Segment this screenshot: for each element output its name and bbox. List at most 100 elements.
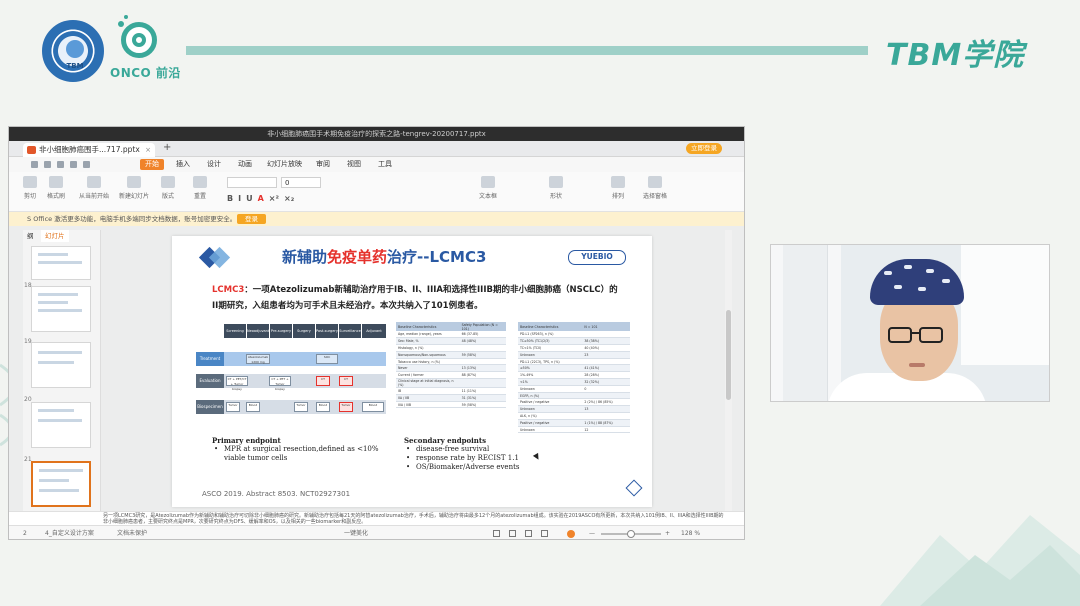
textbox-button[interactable]: 文本框 [479,176,497,200]
slide-thumbnail[interactable] [31,342,91,388]
beautify-button[interactable]: 一键美化 [344,526,368,539]
underline-button[interactable]: U [246,194,253,203]
theme-name[interactable]: 4_自定义设计方案 [45,526,94,539]
table-cell: 88 (87%) [459,371,506,380]
table-cell: 1 (1%) / 88 (87%) [582,419,630,427]
document-tab[interactable]: 非小细胞肺癌围手...717.pptx × [23,143,155,157]
normal-view-icon[interactable] [493,530,500,537]
font-family-select[interactable] [227,177,277,188]
zoom-out-button[interactable]: — [589,526,595,539]
arrange-button[interactable]: 排列 [611,176,625,200]
table-cell: 41 (41%) [582,364,630,373]
speaker-notes[interactable]: 另一项LCMC3研究，是Atezolizumab作为新辅助和辅助治疗可切除非小细… [9,511,744,525]
shape-button[interactable]: 形状 [549,176,563,200]
slide-description: LCMC3：一项Atezolizumab新辅助治疗用于IB、II、IIIA和选择… [212,285,618,311]
table-row: Nonsquamous/Non-squamous 59 (58%) [396,351,506,359]
menu-insert[interactable]: 插入 [176,157,190,172]
file-menu-icon[interactable] [31,161,38,168]
undo-icon[interactable] [70,161,77,168]
table-cell: Clinical stage at initial diagnosis, n (… [396,378,460,389]
slide-canvas[interactable]: 新辅助免疫单药治疗--LCMC3 YUEBIO LCMC3：一项Atezoliz… [172,236,652,507]
table-cell: Histology, n (%) [396,344,460,352]
table-row: TC<1% (TC0) 40 (40%) [518,344,630,352]
notes-view-icon[interactable] [541,530,548,537]
design-box: CT + PET/CT + Tumor biopsy [226,376,248,391]
save-icon[interactable] [44,161,51,168]
superscript-button[interactable]: ×² [269,194,279,203]
table-row: Unknown 13 [518,405,630,414]
selection-pane-button[interactable]: 选择窗格 [643,176,667,200]
play-slideshow-icon[interactable] [567,530,575,538]
slide-thumbnail[interactable] [31,246,91,280]
document-protection[interactable]: 文档未保护 [117,526,147,539]
slide-thumbnail[interactable] [31,286,91,332]
scrollbar-thumb[interactable] [726,310,731,400]
header-stripe [186,46,868,55]
quick-access-toolbar [31,161,121,168]
table-header: N = 101 [582,322,630,331]
menu-home[interactable]: 开始 [140,159,164,170]
zoom-slider-knob[interactable] [627,530,635,538]
slide-thumbnail[interactable] [31,402,91,448]
table-cell: 12 [582,426,630,434]
bold-button[interactable]: B [227,194,233,203]
notice-login-button[interactable]: 登录 [237,214,266,224]
table-row: Tobacco use history, n (%) [396,358,506,366]
subscript-button[interactable]: ×₂ [284,194,294,203]
table-cell: Current / former [396,371,460,380]
layout-button[interactable]: 版式 [161,176,175,200]
design-header: Post-surgery [316,324,338,338]
table-header: Safety Population (N = 101) [459,322,506,331]
slide-thumbnail-selected[interactable] [31,461,91,507]
reading-view-icon[interactable] [525,530,532,537]
table-cell: 59 (58%) [459,401,506,409]
menu-review[interactable]: 审阅 [316,157,330,172]
table-row: Positive / negative 1 (1%) / 88 (87%) [518,419,630,427]
table-cell [582,392,630,400]
globe-icon [66,40,84,58]
zoom-level[interactable]: 128 % [681,526,700,539]
tab-outline[interactable]: 纲 [23,230,38,242]
table-cell [459,344,506,352]
tab-slides[interactable]: 幻灯片 [41,230,69,242]
font-size-select[interactable]: 0 [281,177,321,188]
menu-animation[interactable]: 动画 [238,157,252,172]
menu-slideshow[interactable]: 幻灯片放映 [267,157,302,172]
zoom-in-button[interactable]: + [665,526,670,539]
table-row: Unknown 12 [518,426,630,434]
presenter-surgical-cap [870,259,964,305]
redo-icon[interactable] [83,161,90,168]
font-color-button[interactable]: A [258,194,264,203]
onco-ring-icon [132,33,146,47]
yuebio-logo: YUEBIO [568,250,626,265]
new-slide-button[interactable]: 新建幻灯片 [119,176,149,200]
tbm-academy-title: TBM学院 [886,38,1025,73]
table-cell: Unknown [518,385,583,393]
table-cell [582,412,630,420]
table-cell [459,358,506,366]
table-row: Positive / negative 2 (2%) / 86 (85%) [518,398,630,407]
vertical-scrollbar[interactable] [725,230,732,511]
table-cell: Positive / negative [518,398,583,407]
close-tab-icon[interactable]: × [145,143,151,157]
italic-button[interactable]: I [238,194,241,203]
format-painter-icon [49,176,63,188]
table-cell: EGFR, n (%) [518,392,583,400]
login-button[interactable]: 立即登录 [686,143,722,154]
reset-button[interactable]: 重置 [193,176,207,200]
format-painter-button[interactable]: 格式刷 [47,176,65,200]
table-row: 1%-49% 28 (28%) [518,371,630,380]
screen-share-window: 非小细胞肺癌围手术期免疫治疗的探索之路-tengrev-20200717.ppt… [8,126,745,540]
menu-design[interactable]: 设计 [207,157,221,172]
table-cell: Age, median (range), years [396,331,460,339]
print-icon[interactable] [57,161,64,168]
cut-button[interactable]: 剪切 [23,176,37,200]
new-tab-button[interactable]: + [163,142,171,153]
table-cell: Unknown [518,405,583,414]
design-box: CT [339,376,353,386]
menu-view[interactable]: 视图 [347,157,361,172]
play-from-current-button[interactable]: 从当前开始 [79,176,109,200]
slide-sorter-icon[interactable] [509,530,516,537]
design-header: Pre-surgery [270,324,292,338]
menu-tools[interactable]: 工具 [378,157,392,172]
